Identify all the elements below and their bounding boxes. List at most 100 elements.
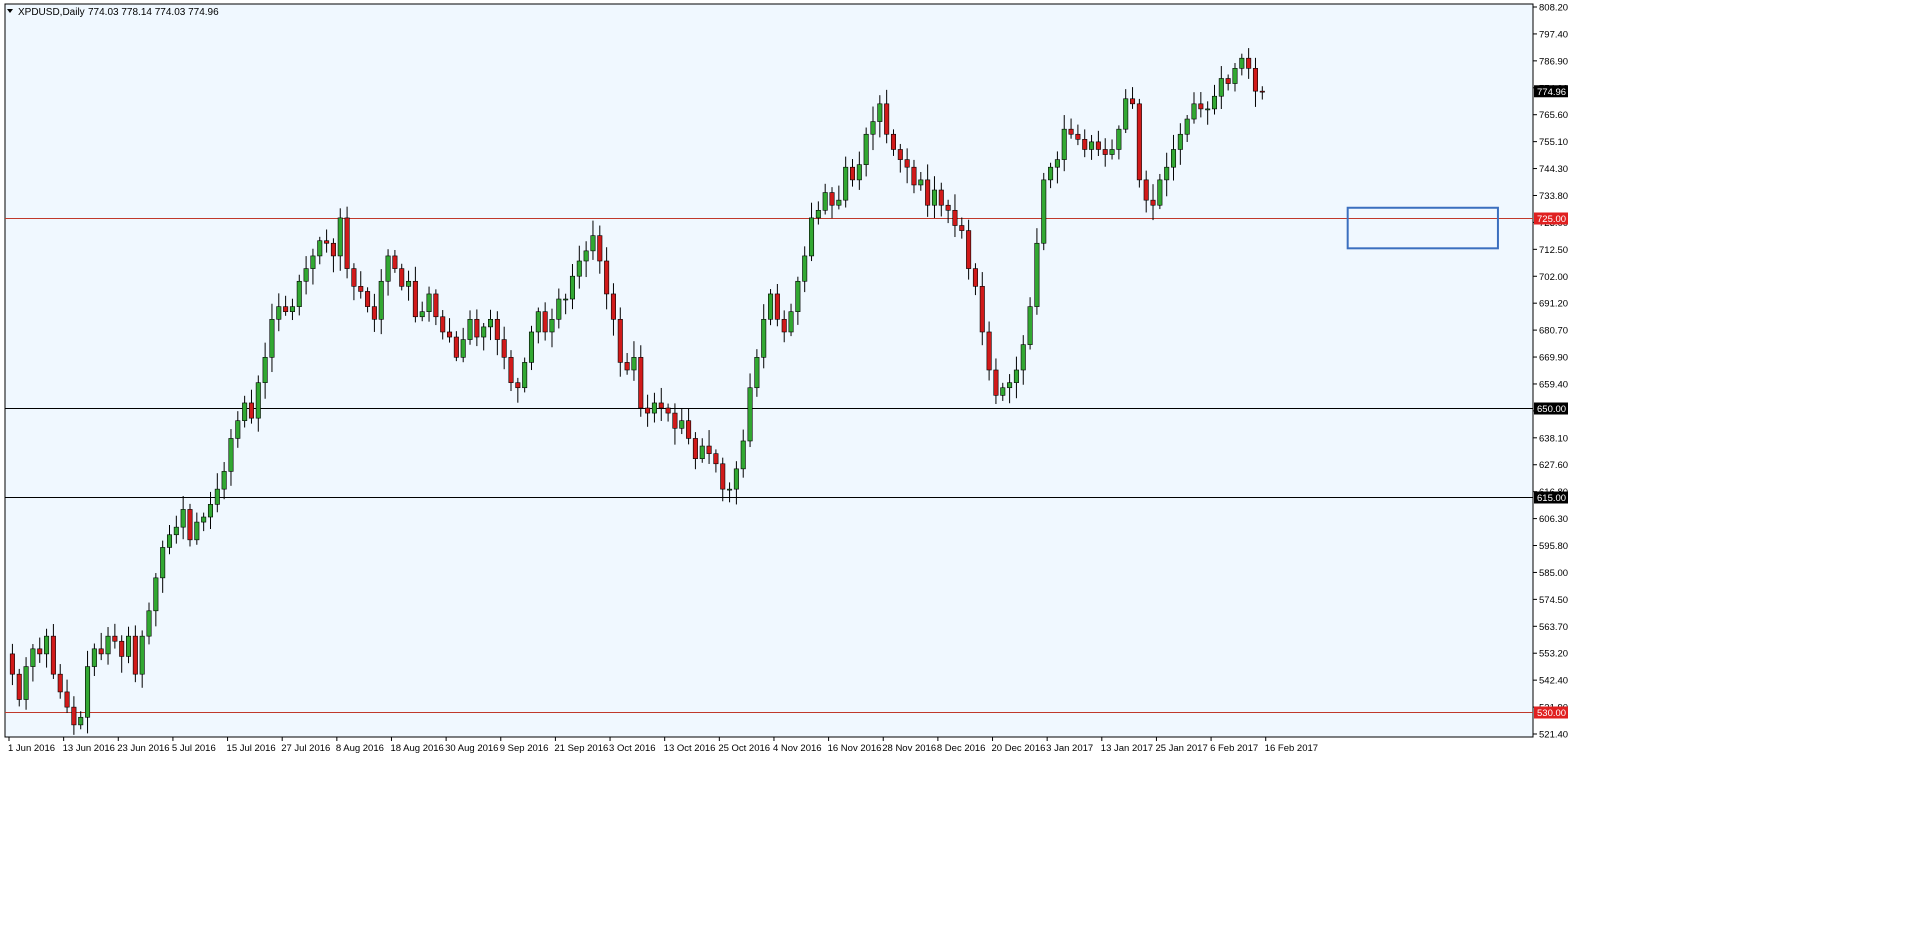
candle-body xyxy=(310,255,316,269)
candle-body xyxy=(870,121,876,135)
candle-body xyxy=(993,369,999,396)
y-tick-label: 595.80 xyxy=(1539,541,1568,552)
candle-body xyxy=(979,286,985,333)
candle-body xyxy=(78,716,84,726)
candle-body xyxy=(166,534,173,548)
y-tick-label: 691.20 xyxy=(1539,299,1568,310)
x-tick-label: 25 Oct 2016 xyxy=(718,743,770,754)
candle-body xyxy=(440,316,446,333)
candle-body xyxy=(904,159,910,168)
candle-body xyxy=(1123,98,1129,130)
candle-body xyxy=(487,318,494,328)
candle-body xyxy=(829,192,835,206)
candle-body xyxy=(447,331,453,338)
candle-body xyxy=(126,635,132,657)
candle-body xyxy=(180,509,186,528)
candle-body xyxy=(160,547,166,579)
candle-body xyxy=(604,260,610,295)
y-tick-label: 553.20 xyxy=(1539,649,1568,660)
candle-body xyxy=(276,306,282,320)
candle-body xyxy=(98,648,104,655)
candle-body xyxy=(9,653,15,675)
y-tick-label: 712.50 xyxy=(1539,245,1568,256)
candle-body xyxy=(583,250,589,262)
y-tick-label: 585.00 xyxy=(1539,568,1568,579)
candle-body xyxy=(528,331,535,363)
candle-body xyxy=(631,357,637,371)
candle-body xyxy=(563,298,569,301)
candle-body xyxy=(1007,382,1013,389)
current-price-label: 774.96 xyxy=(1537,87,1566,98)
y-tick-label: 574.50 xyxy=(1539,595,1568,606)
candle-body xyxy=(385,255,391,282)
candle-body xyxy=(1218,78,1224,97)
candle-body xyxy=(30,648,36,667)
x-tick-label: 1 Jun 2016 xyxy=(8,743,55,754)
candle xyxy=(187,503,193,547)
level-tag-label: 615.00 xyxy=(1537,493,1566,504)
level-tag-label: 530.00 xyxy=(1537,708,1566,719)
candle-body xyxy=(296,280,302,307)
candle-body xyxy=(289,306,295,312)
y-tick-label: 744.30 xyxy=(1539,164,1568,175)
candle-body xyxy=(1034,242,1040,307)
candle-body xyxy=(433,293,439,318)
candle-body xyxy=(1061,128,1067,160)
candle-body xyxy=(549,318,555,333)
candle-body xyxy=(1198,103,1204,110)
x-tick-label: 25 Jan 2017 xyxy=(1155,743,1207,754)
candle-body xyxy=(119,640,125,657)
x-tick-label: 20 Dec 2016 xyxy=(992,743,1046,754)
candle-body xyxy=(269,318,275,358)
candle-body xyxy=(1048,166,1054,181)
y-tick-label: 702.00 xyxy=(1539,272,1568,283)
candle-body xyxy=(1191,103,1197,120)
candle-body xyxy=(214,488,220,505)
candle-body xyxy=(303,268,309,282)
candle-body xyxy=(542,311,548,333)
candle-body xyxy=(146,610,152,637)
candle-body xyxy=(1164,166,1170,181)
candle-body xyxy=(788,311,794,333)
candle-body xyxy=(235,420,241,439)
x-tick-label: 8 Aug 2016 xyxy=(336,743,384,754)
candle-body xyxy=(1143,179,1149,201)
candle-body xyxy=(802,255,808,282)
candle-body xyxy=(1157,179,1163,206)
candle-body xyxy=(112,635,118,642)
candle-body xyxy=(986,331,992,371)
candle-body xyxy=(952,209,958,226)
candle-body xyxy=(890,133,897,150)
x-tick-label: 13 Oct 2016 xyxy=(664,743,716,754)
x-tick-label: 5 Jul 2016 xyxy=(172,743,216,754)
candle-body xyxy=(1020,344,1026,371)
candle-body xyxy=(1246,57,1252,69)
candle-body xyxy=(139,635,145,675)
candle-body xyxy=(1232,68,1238,84)
candle-body xyxy=(1095,141,1101,150)
x-tick-label: 16 Feb 2017 xyxy=(1265,743,1318,754)
candle-body xyxy=(843,166,849,201)
candle-body xyxy=(406,280,412,287)
x-tick-label: 4 Nov 2016 xyxy=(773,743,822,754)
candle-body xyxy=(966,230,972,269)
candle-body xyxy=(863,133,869,165)
candle-body xyxy=(1013,369,1019,383)
candle-body xyxy=(132,635,138,675)
candle-body xyxy=(64,691,70,708)
candle-body xyxy=(248,402,254,419)
candle-body xyxy=(972,268,978,287)
candle-body xyxy=(330,242,336,257)
candle xyxy=(1041,172,1047,251)
y-tick-label: 606.30 xyxy=(1539,514,1568,525)
candle-body xyxy=(91,648,97,667)
candle-body xyxy=(365,291,371,307)
candle-body xyxy=(57,673,63,693)
y-tick-label: 733.80 xyxy=(1539,191,1568,202)
x-tick-label: 13 Jan 2017 xyxy=(1101,743,1153,754)
candle-body xyxy=(453,336,459,358)
candle-body xyxy=(576,260,582,277)
candle-body xyxy=(1054,159,1060,168)
candle-body xyxy=(706,445,712,454)
candle-body xyxy=(1075,133,1081,140)
